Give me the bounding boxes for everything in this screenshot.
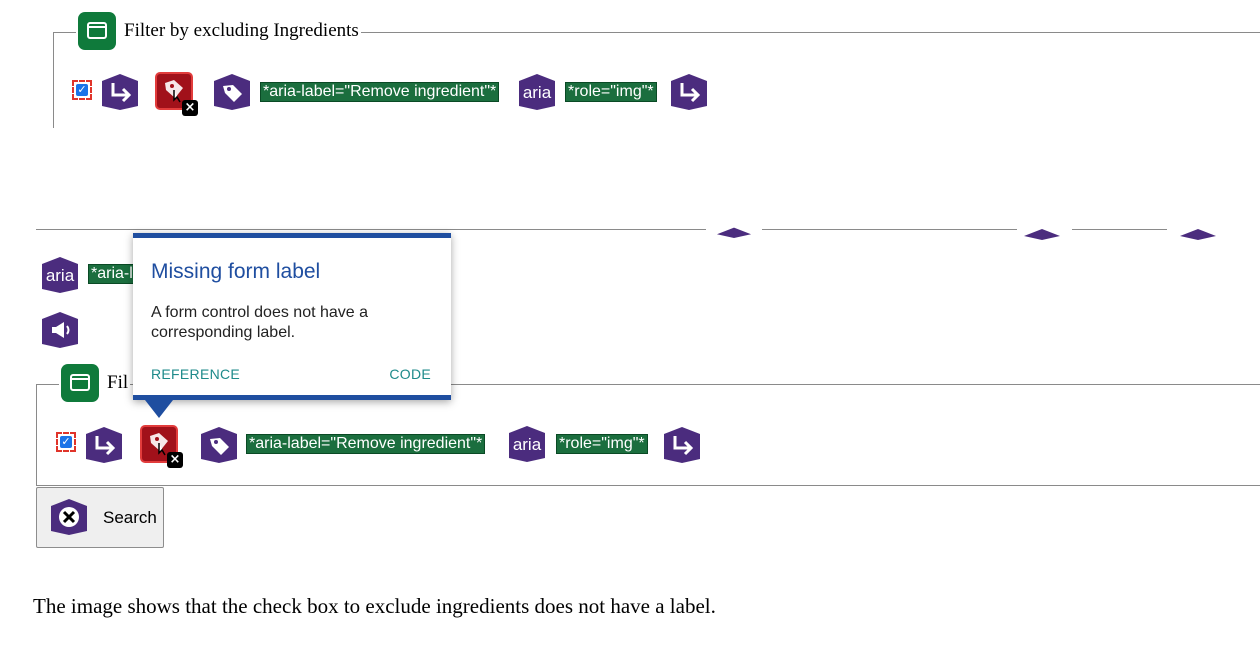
form-icon xyxy=(61,364,99,402)
tooltip-title: Missing form label xyxy=(151,260,321,283)
bottom-fieldset-legend: Fil xyxy=(59,364,131,402)
reference-link[interactable]: REFERENCE xyxy=(151,366,240,382)
middle-divider xyxy=(1072,229,1167,230)
role-tag: *role="img"* xyxy=(556,434,648,454)
exclude-checkbox[interactable]: ✓ xyxy=(56,432,76,452)
arrow-hex-icon xyxy=(101,73,139,111)
aria-badge-text: aria xyxy=(513,435,542,454)
form-icon xyxy=(78,12,116,50)
code-link[interactable]: CODE xyxy=(389,366,431,382)
middle-divider xyxy=(36,229,706,230)
middle-divider xyxy=(762,229,1017,230)
aria-label-tag-partial: *aria-l xyxy=(88,264,134,284)
tag-hex-icon xyxy=(213,73,251,111)
close-icon: × xyxy=(182,100,198,116)
bottom-legend-text: Fil xyxy=(107,372,129,393)
aria-hex-icon: aria xyxy=(41,256,79,294)
tooltip-arrow xyxy=(145,400,173,418)
search-button[interactable]: Search xyxy=(36,487,164,548)
aria-hex-icon: aria xyxy=(518,73,556,111)
missing-label-tooltip: Missing form label A form control does n… xyxy=(133,233,451,400)
top-fieldset-legend: Filter by excluding Ingredients xyxy=(76,12,361,50)
hex-icon-partial xyxy=(1023,203,1061,241)
hex-icon-partial xyxy=(1179,203,1217,241)
aria-label-tag: *aria-label="Remove ingredient"* xyxy=(260,82,500,102)
exclude-checkbox[interactable]: ✓ xyxy=(72,80,92,100)
aria-badge-text: aria xyxy=(46,266,75,285)
aria-hex-icon: aria xyxy=(508,425,546,463)
search-button-label: Search xyxy=(103,508,157,527)
tag-hex-icon xyxy=(200,426,238,464)
aria-label-tag: *aria-label="Remove ingredient"* xyxy=(246,434,486,454)
arrow-hex-icon xyxy=(85,426,123,464)
arrow-hex-icon xyxy=(663,426,701,464)
tooltip-body: A form control does not have a correspon… xyxy=(151,304,369,341)
aria-badge-text: aria xyxy=(523,83,552,102)
hex-icon-partial xyxy=(715,203,753,239)
megaphone-hex-icon xyxy=(41,311,79,349)
top-legend-text: Filter by excluding Ingredients xyxy=(124,20,359,41)
close-icon: × xyxy=(167,452,183,468)
role-tag: *role="img"* xyxy=(565,82,657,102)
close-hex-icon xyxy=(50,498,88,536)
arrow-hex-icon xyxy=(670,73,708,111)
caption: The image shows that the check box to ex… xyxy=(33,594,716,618)
